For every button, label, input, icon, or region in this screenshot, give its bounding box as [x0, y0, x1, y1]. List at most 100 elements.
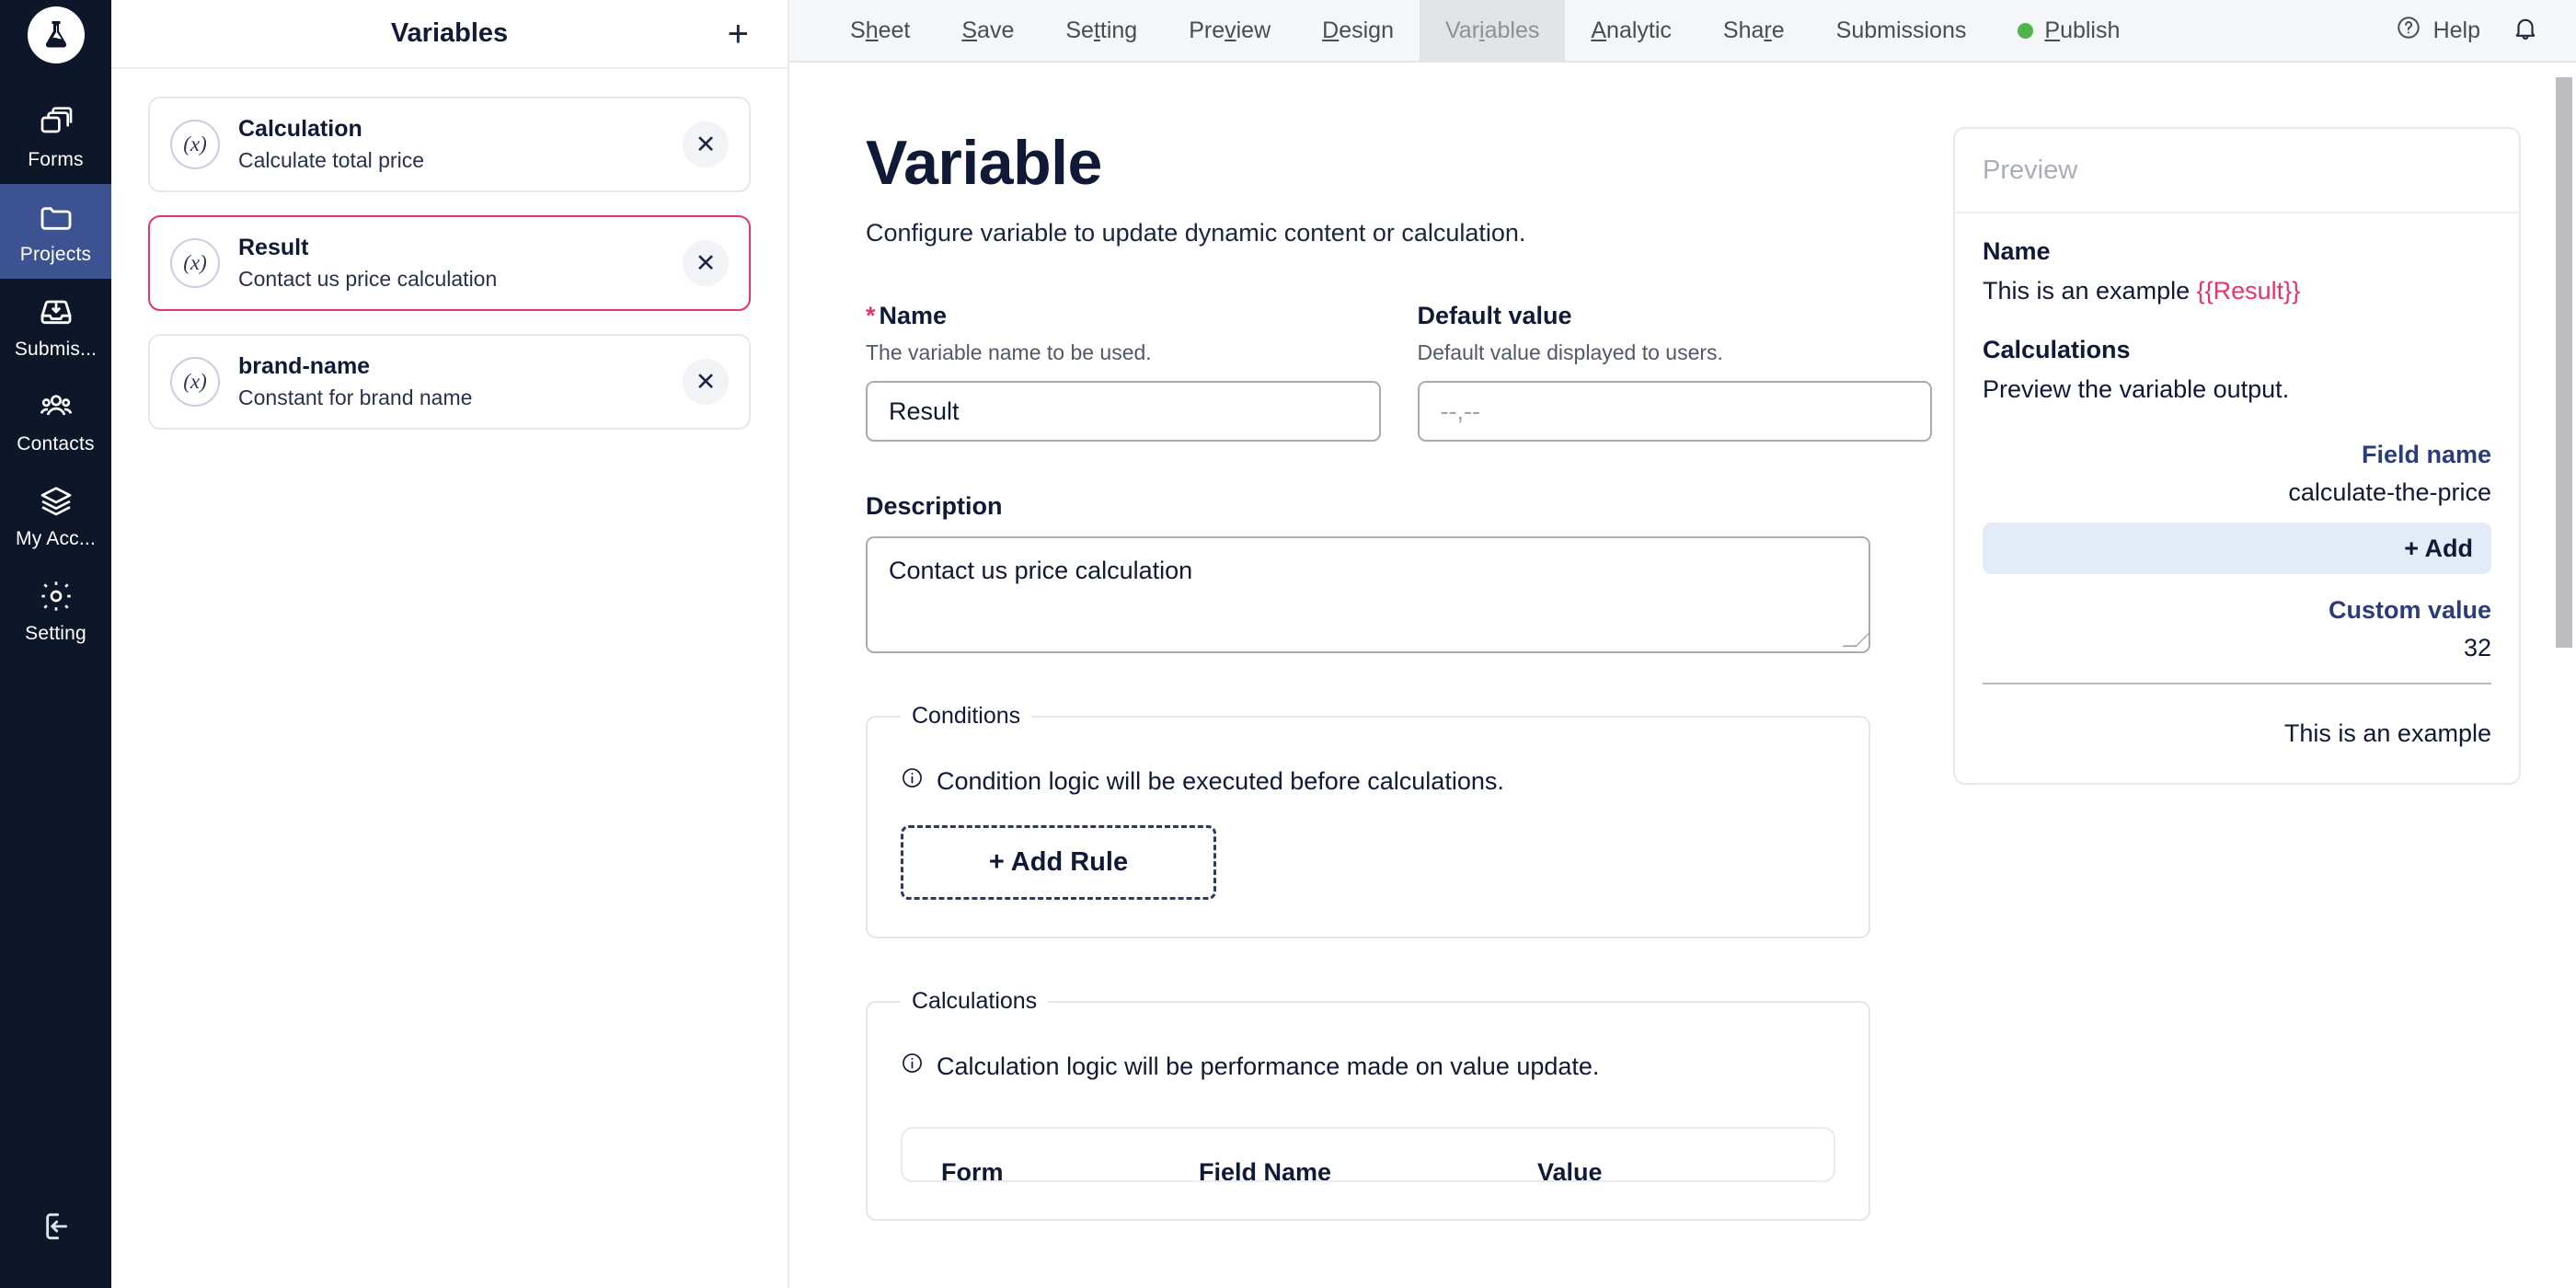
preview-field-name-value: calculate-the-price	[2288, 478, 2491, 506]
table-header-row: Form Field Name Value	[941, 1158, 1795, 1182]
preview-custom-value-block: Custom value 32	[1983, 596, 2491, 662]
variable-fx-icon: (x)	[170, 357, 220, 407]
sidebar-item-forms[interactable]: Forms	[0, 89, 111, 184]
plus-icon[interactable]: +	[728, 16, 749, 52]
help-label: Help	[2432, 17, 2480, 43]
default-value-hint: Default value displayed to users.	[1417, 340, 1723, 364]
left-nav-rail: Forms Projects Submis... Contacts My Acc…	[0, 0, 111, 1288]
list-item[interactable]: (x) Calculation Calculate total price ✕	[148, 97, 751, 192]
content-area: Variable Configure variable to update dy…	[789, 63, 2576, 1288]
bell-icon	[2512, 18, 2539, 46]
preview-name-text: This is an example {{Result}}	[1983, 277, 2491, 305]
logout-icon	[38, 1208, 75, 1249]
sidebar-item-my-account[interactable]: My Acc...	[0, 468, 111, 563]
sidebar-item-label: Forms	[28, 148, 84, 170]
preview-name-prefix: This is an example	[1983, 277, 2197, 305]
people-icon	[38, 387, 75, 426]
column-header-value: Value	[1537, 1158, 1603, 1182]
preview-card: Preview Name This is an example {{Result…	[1953, 127, 2521, 785]
tab-sheet[interactable]: Sheet	[824, 0, 936, 61]
description-value: Contact us price calculation	[889, 557, 1193, 584]
conditions-note: Condition logic will be executed before …	[901, 766, 1835, 796]
help-button[interactable]: Help	[2396, 15, 2480, 47]
preview-custom-value-label: Custom value	[2328, 596, 2491, 624]
column-header-form: Form	[941, 1158, 1004, 1182]
question-circle-icon	[2396, 15, 2421, 47]
sidebar-item-contacts[interactable]: Contacts	[0, 374, 111, 468]
variable-fx-icon: (x)	[170, 238, 220, 288]
main-menu: Sheet Save Setting Preview Design Variab…	[789, 0, 2145, 61]
variables-panel: Variables + (x) Calculation Calculate to…	[111, 0, 789, 1288]
preview-field-name-label: Field name	[2361, 441, 2491, 468]
close-icon[interactable]: ✕	[683, 240, 729, 286]
preview-name-heading: Name	[1983, 237, 2051, 265]
forms-copy-icon	[38, 103, 75, 142]
page-subtitle: Configure variable to update dynamic con…	[866, 219, 1526, 247]
description-textarea[interactable]: Contact us price calculation	[866, 536, 1870, 653]
sidebar-item-label: Contacts	[17, 432, 95, 454]
preview-calc-heading: Calculations	[1983, 336, 2131, 363]
required-mark: *	[866, 302, 876, 329]
sidebar-item-projects[interactable]: Projects	[0, 184, 111, 279]
variable-form: Variable Configure variable to update dy…	[789, 63, 1932, 1288]
divider	[1983, 683, 2491, 684]
tab-analytic[interactable]: Analytic	[1565, 0, 1697, 61]
description-field-group: Description Contact us price calculation	[866, 492, 1870, 653]
rail-items: Forms Projects Submis... Contacts My Acc…	[0, 89, 111, 658]
add-rule-button[interactable]: + Add Rule	[901, 825, 1216, 900]
conditions-note-text: Condition logic will be executed before …	[937, 766, 1504, 795]
flask-icon	[27, 6, 85, 63]
info-circle-icon	[901, 766, 924, 796]
variable-name: brand-name	[238, 353, 371, 379]
top-menu-bar: Sheet Save Setting Preview Design Variab…	[789, 0, 2576, 63]
status-dot-icon	[2018, 22, 2034, 39]
variable-description: Calculate total price	[238, 148, 424, 172]
conditions-section: Conditions Condition logic will be execu…	[866, 703, 1870, 938]
sidebar-item-label: Submis...	[14, 338, 98, 360]
vertical-scrollbar[interactable]	[2552, 63, 2576, 1288]
conditions-legend: Conditions	[912, 703, 1021, 729]
calculations-note: Calculation logic will be performance ma…	[901, 1052, 1835, 1081]
tab-save[interactable]: Save	[936, 0, 1040, 61]
preview-add-button[interactable]: + Add	[1983, 523, 2491, 574]
preview-footer-text: This is an example	[2283, 719, 2491, 747]
preview-header: Preview	[1955, 129, 2519, 213]
tab-setting[interactable]: Setting	[1040, 0, 1163, 61]
tab-submissions[interactable]: Submissions	[1811, 0, 1993, 61]
name-input[interactable]: Result	[866, 381, 1381, 442]
app-logo[interactable]	[0, 0, 111, 69]
list-item[interactable]: (x) Result Contact us price calculation …	[148, 215, 751, 311]
resize-handle-icon[interactable]	[1842, 632, 1870, 648]
page-title: Variable	[866, 128, 1102, 198]
preview-custom-value: 32	[2463, 634, 2491, 661]
variables-list: (x) Calculation Calculate total price ✕ …	[111, 69, 788, 430]
tab-share[interactable]: Share	[1697, 0, 1811, 61]
tab-preview[interactable]: Preview	[1163, 0, 1296, 61]
tab-design[interactable]: Design	[1296, 0, 1420, 61]
app-root: Forms Projects Submis... Contacts My Acc…	[0, 0, 2576, 1288]
close-icon[interactable]: ✕	[683, 121, 729, 167]
sidebar-item-submissions[interactable]: Submis...	[0, 279, 111, 374]
notifications-button[interactable]	[2512, 15, 2539, 47]
inbox-download-icon	[38, 293, 75, 331]
default-value-input[interactable]: --,--	[1417, 381, 1932, 442]
list-item[interactable]: (x) brand-name Constant for brand name ✕	[148, 334, 751, 430]
sidebar-item-label: Setting	[25, 622, 86, 644]
description-label: Description	[866, 492, 1003, 520]
name-and-default-row: * Name The variable name to be used. Resu…	[866, 302, 1932, 442]
logout-button[interactable]	[0, 1168, 111, 1288]
preview-body: Name This is an example {{Result}} Calcu…	[1955, 213, 2519, 783]
variable-description: Contact us price calculation	[238, 267, 498, 291]
sidebar-item-setting[interactable]: Setting	[0, 563, 111, 658]
sidebar-item-label: My Acc...	[16, 527, 96, 549]
tab-variables[interactable]: Variables	[1419, 0, 1566, 61]
calculations-section: Calculations Calculation logic will be p…	[866, 988, 1870, 1221]
name-label: * Name	[866, 302, 948, 329]
tab-publish[interactable]: Publish	[1992, 0, 2145, 61]
gear-icon	[38, 577, 75, 615]
preview-name-template: {{Result}}	[2196, 277, 2301, 305]
scrollbar-thumb[interactable]	[2556, 77, 2572, 648]
right-column: Sheet Save Setting Preview Design Variab…	[789, 0, 2576, 1288]
preview-field-name-block: Field name calculate-the-price	[1983, 441, 2491, 507]
close-icon[interactable]: ✕	[683, 359, 729, 405]
